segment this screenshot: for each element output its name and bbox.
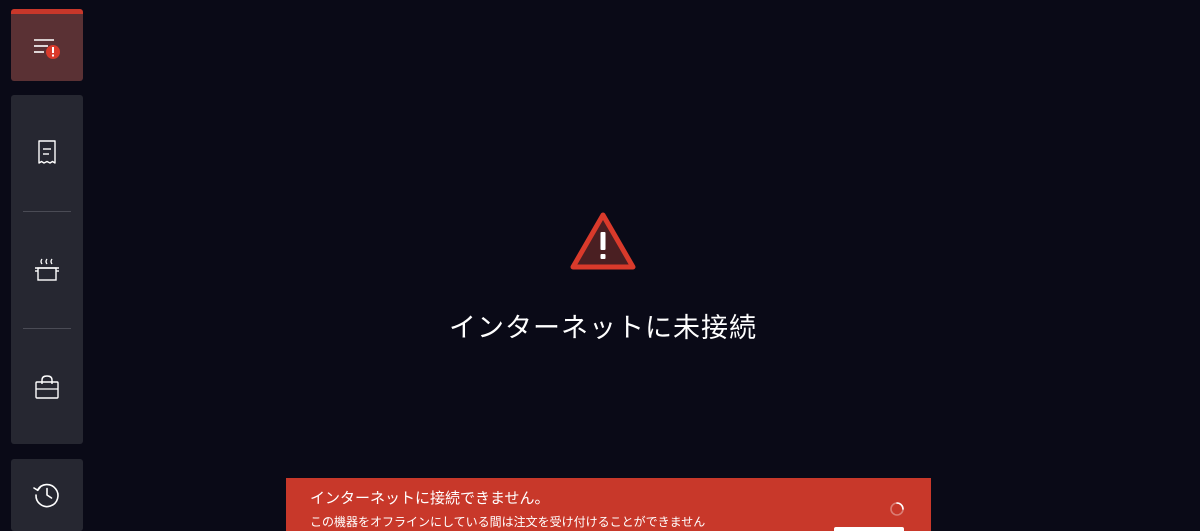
toast-title: インターネットに接続できません。 [310, 489, 550, 507]
warning-icon [569, 211, 637, 271]
page-title: インターネットに未接続 [449, 313, 757, 344]
sidebar-item-kitchen[interactable] [11, 212, 83, 328]
receipt-icon [36, 139, 58, 167]
shopping-bag-icon [33, 373, 61, 401]
sidebar-item-history-inner[interactable] [11, 459, 83, 531]
spinner-icon [889, 501, 905, 517]
sidebar-group [11, 95, 83, 444]
cooking-pot-icon [33, 256, 61, 284]
offline-toast: インターネットに接続できません。 この機器をオフラインにしている間は注文を受け付… [286, 478, 931, 531]
app-window: インターネットに未接続 インターネットに接続できません。 この機器をオフラインに… [0, 0, 1200, 531]
toast-action-button[interactable] [834, 527, 904, 531]
history-icon [32, 480, 62, 510]
order-alert-icon [32, 35, 62, 61]
sidebar-item-takeout[interactable] [11, 329, 83, 444]
sidebar-item-history[interactable] [11, 459, 83, 531]
toast-message: この機器をオフラインにしている間は注文を受け付けることができません [310, 515, 706, 529]
sidebar-item-alerts-inner[interactable] [11, 14, 83, 81]
sidebar-item-orders[interactable] [11, 95, 83, 211]
sidebar-item-alerts[interactable] [11, 9, 83, 81]
